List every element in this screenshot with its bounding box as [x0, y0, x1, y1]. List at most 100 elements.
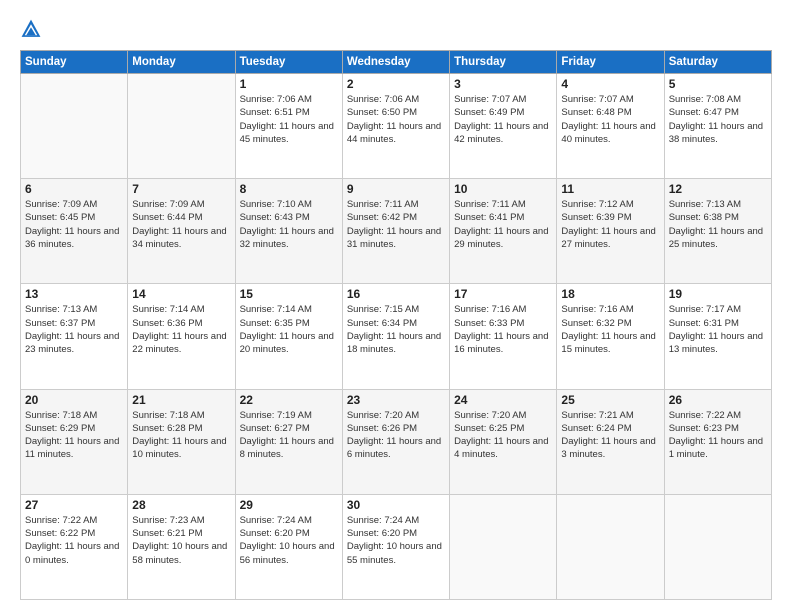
day-info: Sunrise: 7:11 AM Sunset: 6:42 PM Dayligh…	[347, 198, 445, 251]
calendar-cell: 3 Sunrise: 7:07 AM Sunset: 6:49 PM Daylig…	[450, 74, 557, 179]
calendar-cell: 25 Sunrise: 7:21 AM Sunset: 6:24 PM Dayli…	[557, 389, 664, 494]
day-info: Sunrise: 7:18 AM Sunset: 6:29 PM Dayligh…	[25, 409, 123, 462]
day-number: 4	[561, 77, 659, 91]
day-number: 27	[25, 498, 123, 512]
day-number: 18	[561, 287, 659, 301]
day-number: 5	[669, 77, 767, 91]
day-number: 6	[25, 182, 123, 196]
calendar-table: SundayMondayTuesdayWednesdayThursdayFrid…	[20, 50, 772, 600]
day-number: 29	[240, 498, 338, 512]
day-info: Sunrise: 7:11 AM Sunset: 6:41 PM Dayligh…	[454, 198, 552, 251]
calendar-cell: 16Sunrise: 7:15 AM Sunset: 6:34 PM Dayli…	[342, 284, 449, 389]
weekday-header-tuesday: Tuesday	[235, 51, 342, 74]
day-info: Sunrise: 7:08 AM Sunset: 6:47 PM Dayligh…	[669, 93, 767, 146]
calendar-cell: 17 Sunrise: 7:16 AM Sunset: 6:33 PM Dayli…	[450, 284, 557, 389]
calendar-cell: 5 Sunrise: 7:08 AM Sunset: 6:47 PM Daylig…	[664, 74, 771, 179]
calendar-cell	[557, 494, 664, 599]
weekday-header-friday: Friday	[557, 51, 664, 74]
day-info: Sunrise: 7:14 AM Sunset: 6:36 PM Dayligh…	[132, 303, 230, 356]
day-info: Sunrise: 7:22 AM Sunset: 6:22 PM Dayligh…	[25, 514, 123, 567]
calendar-cell: 7 Sunrise: 7:09 AM Sunset: 6:44 PM Daylig…	[128, 179, 235, 284]
calendar-cell: 6 Sunrise: 7:09 AM Sunset: 6:45 PM Daylig…	[21, 179, 128, 284]
day-info: Sunrise: 7:17 AM Sunset: 6:31 PM Dayligh…	[669, 303, 767, 356]
day-number: 17	[454, 287, 552, 301]
day-info: Sunrise: 7:06 AM Sunset: 6:51 PM Dayligh…	[240, 93, 338, 146]
day-info: Sunrise: 7:07 AM Sunset: 6:48 PM Dayligh…	[561, 93, 659, 146]
day-info: Sunrise: 7:20 AM Sunset: 6:25 PM Dayligh…	[454, 409, 552, 462]
calendar-cell: 21 Sunrise: 7:18 AM Sunset: 6:28 PM Dayli…	[128, 389, 235, 494]
calendar-cell: 13 Sunrise: 7:13 AM Sunset: 6:37 PM Dayli…	[21, 284, 128, 389]
day-info: Sunrise: 7:16 AM Sunset: 6:32 PM Dayligh…	[561, 303, 659, 356]
day-number: 23	[347, 393, 445, 407]
day-number: 12	[669, 182, 767, 196]
calendar-cell: 20 Sunrise: 7:18 AM Sunset: 6:29 PM Dayli…	[21, 389, 128, 494]
logo	[20, 18, 46, 40]
calendar-cell	[450, 494, 557, 599]
day-number: 28	[132, 498, 230, 512]
calendar-cell	[21, 74, 128, 179]
calendar-cell: 1 Sunrise: 7:06 AM Sunset: 6:51 PM Daylig…	[235, 74, 342, 179]
calendar-cell: 26 Sunrise: 7:22 AM Sunset: 6:23 PM Dayli…	[664, 389, 771, 494]
day-number: 25	[561, 393, 659, 407]
calendar-cell: 30 Sunrise: 7:24 AM Sunset: 6:20 PM Dayli…	[342, 494, 449, 599]
calendar-cell: 22Sunrise: 7:19 AM Sunset: 6:27 PM Dayli…	[235, 389, 342, 494]
day-number: 30	[347, 498, 445, 512]
header	[20, 18, 772, 40]
calendar-cell: 10 Sunrise: 7:11 AM Sunset: 6:41 PM Dayli…	[450, 179, 557, 284]
calendar-cell: 28Sunrise: 7:23 AM Sunset: 6:21 PM Dayli…	[128, 494, 235, 599]
day-info: Sunrise: 7:21 AM Sunset: 6:24 PM Dayligh…	[561, 409, 659, 462]
day-number: 13	[25, 287, 123, 301]
weekday-header-sunday: Sunday	[21, 51, 128, 74]
day-number: 2	[347, 77, 445, 91]
calendar-page: SundayMondayTuesdayWednesdayThursdayFrid…	[0, 0, 792, 612]
weekday-header-monday: Monday	[128, 51, 235, 74]
day-number: 24	[454, 393, 552, 407]
calendar-cell: 9 Sunrise: 7:11 AM Sunset: 6:42 PM Daylig…	[342, 179, 449, 284]
calendar-cell: 2 Sunrise: 7:06 AM Sunset: 6:50 PM Daylig…	[342, 74, 449, 179]
calendar-cell: 23 Sunrise: 7:20 AM Sunset: 6:26 PM Dayli…	[342, 389, 449, 494]
day-number: 3	[454, 77, 552, 91]
calendar-cell	[128, 74, 235, 179]
day-info: Sunrise: 7:19 AM Sunset: 6:27 PM Dayligh…	[240, 409, 338, 462]
day-number: 1	[240, 77, 338, 91]
day-info: Sunrise: 7:20 AM Sunset: 6:26 PM Dayligh…	[347, 409, 445, 462]
day-number: 21	[132, 393, 230, 407]
calendar-cell: 24 Sunrise: 7:20 AM Sunset: 6:25 PM Dayli…	[450, 389, 557, 494]
calendar-cell: 4 Sunrise: 7:07 AM Sunset: 6:48 PM Daylig…	[557, 74, 664, 179]
day-number: 11	[561, 182, 659, 196]
day-info: Sunrise: 7:07 AM Sunset: 6:49 PM Dayligh…	[454, 93, 552, 146]
day-number: 26	[669, 393, 767, 407]
day-number: 8	[240, 182, 338, 196]
day-info: Sunrise: 7:22 AM Sunset: 6:23 PM Dayligh…	[669, 409, 767, 462]
day-info: Sunrise: 7:13 AM Sunset: 6:37 PM Dayligh…	[25, 303, 123, 356]
day-info: Sunrise: 7:12 AM Sunset: 6:39 PM Dayligh…	[561, 198, 659, 251]
calendar-cell: 12 Sunrise: 7:13 AM Sunset: 6:38 PM Dayli…	[664, 179, 771, 284]
weekday-header-saturday: Saturday	[664, 51, 771, 74]
day-info: Sunrise: 7:09 AM Sunset: 6:44 PM Dayligh…	[132, 198, 230, 251]
day-info: Sunrise: 7:16 AM Sunset: 6:33 PM Dayligh…	[454, 303, 552, 356]
logo-icon	[20, 18, 42, 40]
calendar-cell: 8Sunrise: 7:10 AM Sunset: 6:43 PM Daylig…	[235, 179, 342, 284]
day-info: Sunrise: 7:09 AM Sunset: 6:45 PM Dayligh…	[25, 198, 123, 251]
weekday-header-row: SundayMondayTuesdayWednesdayThursdayFrid…	[21, 51, 772, 74]
day-info: Sunrise: 7:18 AM Sunset: 6:28 PM Dayligh…	[132, 409, 230, 462]
day-number: 10	[454, 182, 552, 196]
calendar-cell: 14Sunrise: 7:14 AM Sunset: 6:36 PM Dayli…	[128, 284, 235, 389]
day-number: 16	[347, 287, 445, 301]
calendar-cell: 18 Sunrise: 7:16 AM Sunset: 6:32 PM Dayli…	[557, 284, 664, 389]
day-number: 20	[25, 393, 123, 407]
day-number: 9	[347, 182, 445, 196]
calendar-cell: 15Sunrise: 7:14 AM Sunset: 6:35 PM Dayli…	[235, 284, 342, 389]
calendar-cell: 27 Sunrise: 7:22 AM Sunset: 6:22 PM Dayli…	[21, 494, 128, 599]
calendar-cell: 11 Sunrise: 7:12 AM Sunset: 6:39 PM Dayli…	[557, 179, 664, 284]
weekday-header-wednesday: Wednesday	[342, 51, 449, 74]
day-info: Sunrise: 7:13 AM Sunset: 6:38 PM Dayligh…	[669, 198, 767, 251]
day-number: 19	[669, 287, 767, 301]
weekday-header-thursday: Thursday	[450, 51, 557, 74]
day-info: Sunrise: 7:06 AM Sunset: 6:50 PM Dayligh…	[347, 93, 445, 146]
day-info: Sunrise: 7:24 AM Sunset: 6:20 PM Dayligh…	[347, 514, 445, 567]
day-number: 15	[240, 287, 338, 301]
day-number: 7	[132, 182, 230, 196]
calendar-cell: 29Sunrise: 7:24 AM Sunset: 6:20 PM Dayli…	[235, 494, 342, 599]
calendar-cell	[664, 494, 771, 599]
